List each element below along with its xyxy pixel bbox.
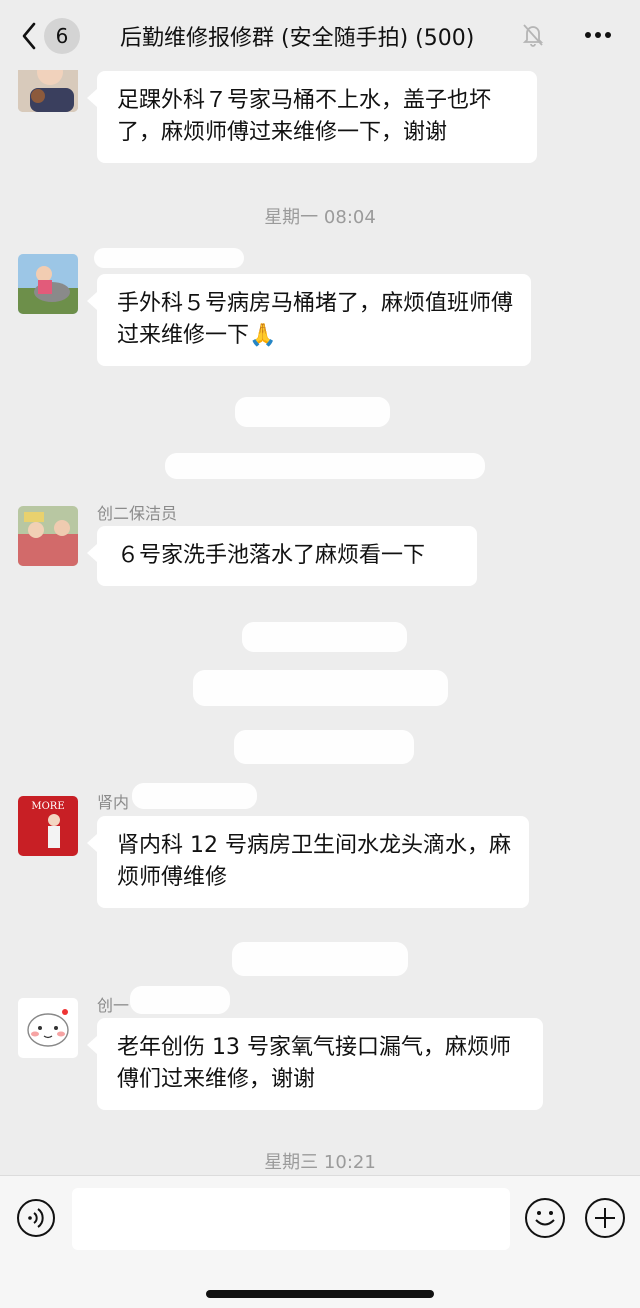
message-bubble[interactable]: 肾内科 12 号病房卫生间水龙头滴水，麻烦师傅维修 xyxy=(87,816,529,908)
message-text: ６号家洗手池落水了麻烦看一下 xyxy=(117,543,426,568)
redaction-mark xyxy=(232,942,408,976)
message-text: 老年创伤 13 号家氧气接口漏气，麻烦师傅们过来维修，谢谢 xyxy=(117,1035,511,1092)
sender-name: 创二保洁员 xyxy=(97,504,178,523)
child-photo-icon xyxy=(18,254,78,314)
message-bubble[interactable]: 足踝外科７号家马桶不上水，盖子也坏了，麻烦师傅过来维修一下，谢谢 xyxy=(87,71,537,163)
avatar[interactable] xyxy=(18,998,78,1058)
cartoon-face-icon xyxy=(18,998,78,1058)
home-indicator xyxy=(206,1290,434,1298)
plus-icon[interactable] xyxy=(584,1197,626,1239)
chat-title: 后勤维修报修群 (安全随手拍) (500) xyxy=(120,26,475,51)
voice-icon[interactable] xyxy=(16,1198,56,1238)
sender-name: 创一 xyxy=(97,996,130,1015)
unread-count-badge: 6 xyxy=(44,18,80,54)
timestamp: 星期一 08:04 xyxy=(264,207,376,228)
avatar[interactable] xyxy=(18,70,78,112)
chat-header: 6 后勤维修报修群 (安全随手拍) (500) xyxy=(0,0,640,70)
redaction-mark xyxy=(130,986,230,1014)
back-chevron-icon xyxy=(22,22,36,50)
avatar[interactable] xyxy=(18,506,78,566)
redaction-mark xyxy=(94,248,244,268)
sender-name: 肾内 xyxy=(97,793,130,812)
message-composer xyxy=(0,1175,640,1308)
child-photo-icon xyxy=(18,70,78,112)
avatar[interactable] xyxy=(18,254,78,314)
avatar[interactable]: MORE xyxy=(18,796,78,856)
magazine-logo-text: MORE xyxy=(31,801,64,812)
magazine-cover-icon: MORE xyxy=(18,796,78,856)
child-photo-icon xyxy=(18,506,78,566)
redaction-mark xyxy=(193,670,448,706)
timestamp: 星期三 10:21 xyxy=(264,1152,376,1173)
more-dots-icon[interactable] xyxy=(582,22,614,48)
emoji-icon[interactable] xyxy=(524,1197,566,1239)
message-text: 足踝外科７号家马桶不上水，盖子也坏了，麻烦师傅过来维修一下，谢谢 xyxy=(117,88,492,145)
message-text: 肾内科 12 号病房卫生间水龙头滴水，麻烦师傅维修 xyxy=(117,833,511,890)
message-text: 手外科５号病房马桶堵了，麻烦值班师傅过来维修一下🙏 xyxy=(117,291,514,348)
redaction-mark xyxy=(235,397,390,427)
message-input[interactable] xyxy=(72,1188,510,1250)
redaction-mark xyxy=(132,783,257,809)
redaction-mark xyxy=(165,453,485,479)
redaction-mark xyxy=(234,730,414,764)
message-bubble[interactable]: ６号家洗手池落水了麻烦看一下 xyxy=(87,526,477,586)
message-bubble[interactable]: 老年创伤 13 号家氧气接口漏气，麻烦师傅们过来维修，谢谢 xyxy=(87,1018,543,1110)
message-bubble[interactable]: 手外科５号病房马桶堵了，麻烦值班师傅过来维修一下🙏 xyxy=(87,274,531,366)
message-list[interactable]: 足踝外科７号家马桶不上水，盖子也坏了，麻烦师傅过来维修一下，谢谢 星期一 08:… xyxy=(0,70,640,1175)
redaction-mark xyxy=(242,622,407,652)
back-button[interactable]: 6 xyxy=(22,18,84,54)
mute-bell-icon xyxy=(522,24,544,47)
